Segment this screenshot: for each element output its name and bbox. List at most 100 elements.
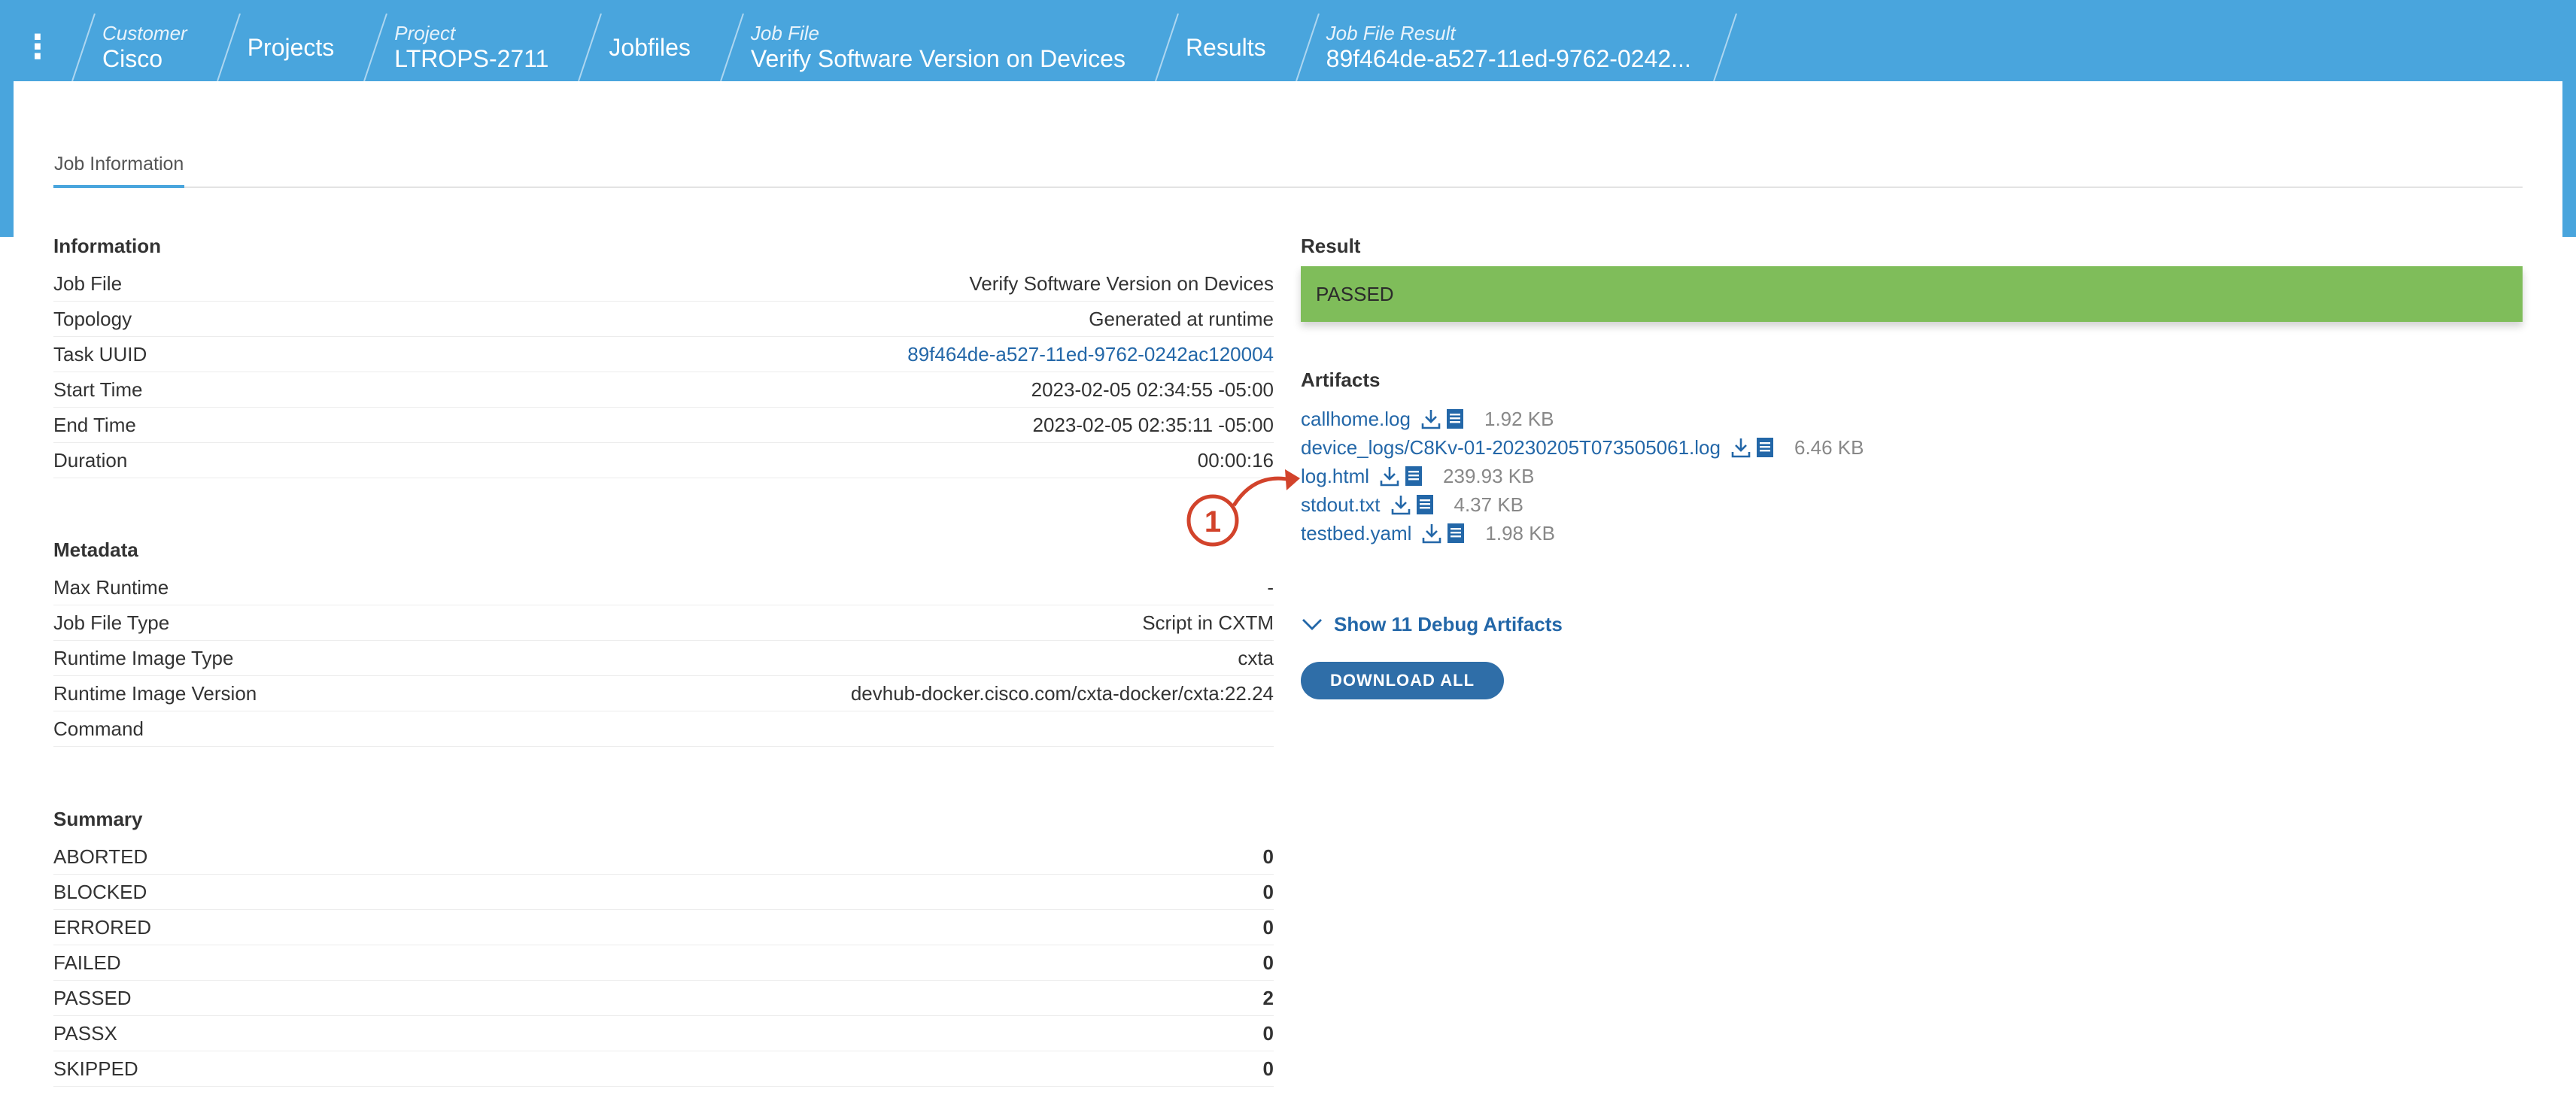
artifact-size: 1.92 KB	[1484, 407, 1554, 430]
row-label: SKIPPED	[53, 1057, 138, 1080]
table-row: ERRORED 0	[53, 910, 1274, 945]
breadcrumb-separator-icon	[1712, 14, 1737, 81]
table-row: BLOCKED 0	[53, 875, 1274, 910]
table-row: PASSED 2	[53, 981, 1274, 1016]
table-row: Topology Generated at runtime	[53, 302, 1274, 337]
row-value: cxta	[1238, 646, 1274, 669]
breadcrumb-results[interactable]: Results	[1145, 14, 1266, 81]
breadcrumb-customer[interactable]: Customer Cisco	[62, 14, 187, 81]
download-icon[interactable]	[1420, 522, 1443, 544]
row-label: Max Runtime	[53, 575, 169, 599]
row-label: PASSED	[53, 986, 132, 1009]
download-all-button[interactable]: DOWNLOAD ALL	[1301, 662, 1504, 699]
row-label: Runtime Image Type	[53, 646, 234, 669]
row-value: Verify Software Version on Devices	[969, 271, 1274, 295]
document-icon[interactable]	[1446, 522, 1469, 544]
breadcrumb-customer-value: Cisco	[102, 45, 163, 72]
table-row: End Time 2023-02-05 02:35:11 -05:00	[53, 408, 1274, 443]
row-value: devhub-docker.cisco.com/cxta-docker/cxta…	[850, 681, 1274, 705]
artifact-size: 6.46 KB	[1794, 435, 1864, 459]
breadcrumb-separator-icon	[71, 14, 96, 81]
row-label: BLOCKED	[53, 880, 147, 903]
row-value: Script in CXTM	[1142, 611, 1274, 634]
row-value: 0	[1262, 915, 1274, 939]
artifacts-section-title: Artifacts	[1301, 369, 1381, 391]
row-value: 2023-02-05 02:34:55 -05:00	[1031, 378, 1274, 401]
breadcrumb-job-file-result-caption: Job File Result	[1326, 22, 1456, 44]
breadcrumb-results-label: Results	[1185, 34, 1266, 61]
breadcrumb-separator-icon	[1295, 14, 1320, 81]
table-row: FAILED 0	[53, 945, 1274, 981]
artifact-link[interactable]: testbed.yaml	[1301, 522, 1411, 545]
row-label: ABORTED	[53, 845, 148, 868]
table-row: PASSX 0	[53, 1016, 1274, 1051]
list-item: testbed.yaml 1.98 KB	[1301, 519, 2053, 547]
row-value: 2	[1262, 986, 1274, 1009]
breadcrumb-projects[interactable]: Projects	[207, 14, 334, 81]
download-icon[interactable]	[1420, 408, 1442, 430]
document-icon[interactable]	[1445, 408, 1468, 430]
row-label: Runtime Image Version	[53, 681, 257, 705]
row-label: PASSX	[53, 1021, 117, 1045]
breadcrumb-separator-icon	[578, 14, 603, 81]
document-icon[interactable]	[1415, 493, 1438, 516]
table-row: Duration 00:00:16	[53, 443, 1274, 478]
table-row: Runtime Image Type cxta	[53, 641, 1274, 676]
row-label: FAILED	[53, 951, 121, 974]
artifact-link[interactable]: log.html	[1301, 465, 1369, 488]
breadcrumb-job-file-result-value: 89f464de-a527-11ed-9762-0242...	[1326, 45, 1691, 72]
chevron-down-icon	[1302, 619, 1322, 630]
artifact-size: 239.93 KB	[1443, 464, 1535, 487]
row-value: Generated at runtime	[1089, 307, 1274, 330]
artifact-size: 1.98 KB	[1485, 521, 1555, 544]
breadcrumb-jobfiles[interactable]: Jobfiles	[568, 14, 691, 81]
artifact-link[interactable]: callhome.log	[1301, 408, 1411, 431]
breadcrumb-customer-caption: Customer	[102, 22, 187, 44]
artifact-link[interactable]: device_logs/C8Kv-01-20230205T073505061.l…	[1301, 436, 1721, 460]
row-label: End Time	[53, 413, 136, 436]
summary-table: ABORTED 0 BLOCKED 0 ERRORED 0 FAILED 0 PASSE…	[53, 839, 1274, 1087]
metadata-table: Max Runtime - Job File Type Script in CXTM…	[53, 570, 1274, 747]
row-label: ERRORED	[53, 915, 152, 939]
result-status-label: PASSED	[1316, 282, 1394, 305]
row-value: -	[1267, 575, 1274, 599]
download-icon[interactable]	[1730, 436, 1752, 459]
kebab-menu-icon[interactable]: ⋮	[14, 14, 62, 81]
breadcrumb-jobfiles-label: Jobfiles	[609, 34, 691, 61]
row-value: 0	[1262, 845, 1274, 868]
download-icon[interactable]	[1390, 493, 1412, 516]
row-label: Start Time	[53, 378, 143, 401]
row-value: 00:00:16	[1197, 448, 1274, 472]
row-value: 0	[1262, 1021, 1274, 1045]
task-uuid-link[interactable]: 89f464de-a527-11ed-9762-0242ac120004	[907, 343, 1274, 366]
breadcrumb-project[interactable]: Project LTROPS-2711	[354, 14, 548, 81]
result-status-bar: PASSED	[1301, 266, 2523, 322]
breadcrumb-job-file-result[interactable]: Job File Result 89f464de-a527-11ed-9762-…	[1286, 14, 1691, 81]
show-debug-artifacts-toggle[interactable]: Show 11 Debug Artifacts	[1301, 611, 1563, 638]
breadcrumb-separator-icon	[719, 14, 744, 81]
row-label: Task UUID	[53, 342, 147, 365]
tab-job-information[interactable]: Job Information	[53, 147, 185, 188]
document-icon[interactable]	[1755, 436, 1778, 459]
breadcrumb-job-file[interactable]: Job File Verify Software Version on Devi…	[710, 14, 1125, 81]
list-item: callhome.log 1.92 KB	[1301, 405, 2053, 433]
table-row: SKIPPED 0	[53, 1051, 1274, 1087]
breadcrumb-separator-icon	[216, 14, 241, 81]
table-row: Task UUID 89f464de-a527-11ed-9762-0242ac1…	[53, 337, 1274, 372]
row-label: Job File Type	[53, 611, 170, 634]
artifact-link[interactable]: stdout.txt	[1301, 493, 1381, 517]
information-table: Job File Verify Software Version on Devic…	[53, 266, 1274, 478]
row-label: Command	[53, 717, 144, 740]
download-icon[interactable]	[1378, 465, 1401, 487]
breadcrumb-separator-icon	[363, 14, 388, 81]
row-value: 2023-02-05 02:35:11 -05:00	[1032, 413, 1274, 436]
breadcrumb: ⋮ Customer Cisco Projects Project LTROPS…	[14, 14, 2556, 81]
row-label: Duration	[53, 448, 128, 472]
table-row: Runtime Image Version devhub-docker.cisco…	[53, 676, 1274, 711]
document-icon[interactable]	[1404, 465, 1426, 487]
row-label: Topology	[53, 307, 132, 330]
row-value: 0	[1262, 951, 1274, 974]
tab-bar: Job Information	[53, 147, 2523, 188]
breadcrumb-project-caption: Project	[394, 22, 456, 44]
artifact-size: 4.37 KB	[1454, 493, 1524, 516]
